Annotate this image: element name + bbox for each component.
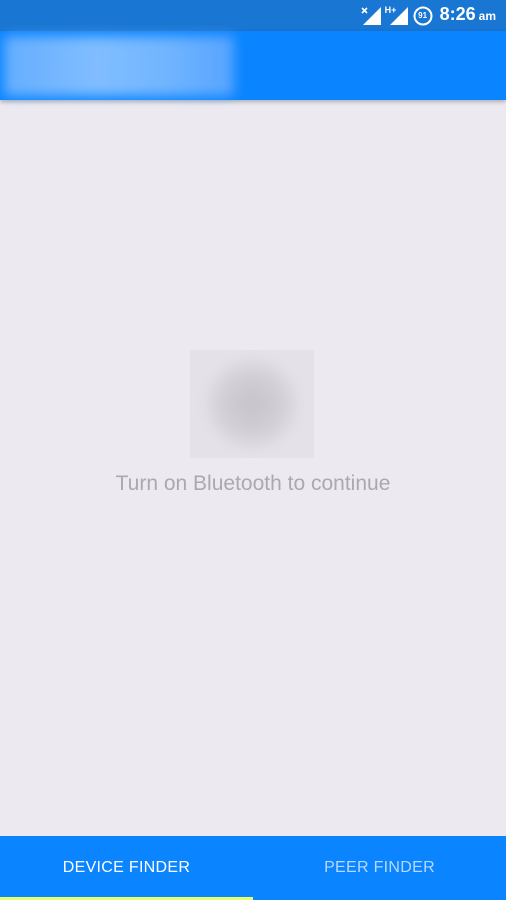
network-type-label: H+ [384,4,397,15]
tab-peer-finder[interactable]: PEER FINDER [253,836,506,900]
main-content: Turn on Bluetooth to continue [0,100,506,836]
app-title-redacted [4,36,234,96]
tab-bar: DEVICE FINDER PEER FINDER [0,836,506,900]
notification-count-icon: 91 [413,6,433,26]
status-icons: H+ 91 8:26 am [361,0,496,31]
status-bar: H+ 91 8:26 am [0,0,506,31]
clock-time: 8:26 [439,4,476,24]
app-bar [0,31,506,100]
status-clock: 8:26 am [440,0,496,32]
signal-hplus-icon: H+ [384,4,408,25]
signal-x-icon [361,6,381,25]
tab-device-finder[interactable]: DEVICE FINDER [0,836,253,900]
clock-ampm: am [478,9,496,23]
bluetooth-icon-blur [206,360,298,448]
notification-count: 91 [418,10,428,20]
bluetooth-icon [190,350,314,458]
bluetooth-message: Turn on Bluetooth to continue [115,472,391,495]
